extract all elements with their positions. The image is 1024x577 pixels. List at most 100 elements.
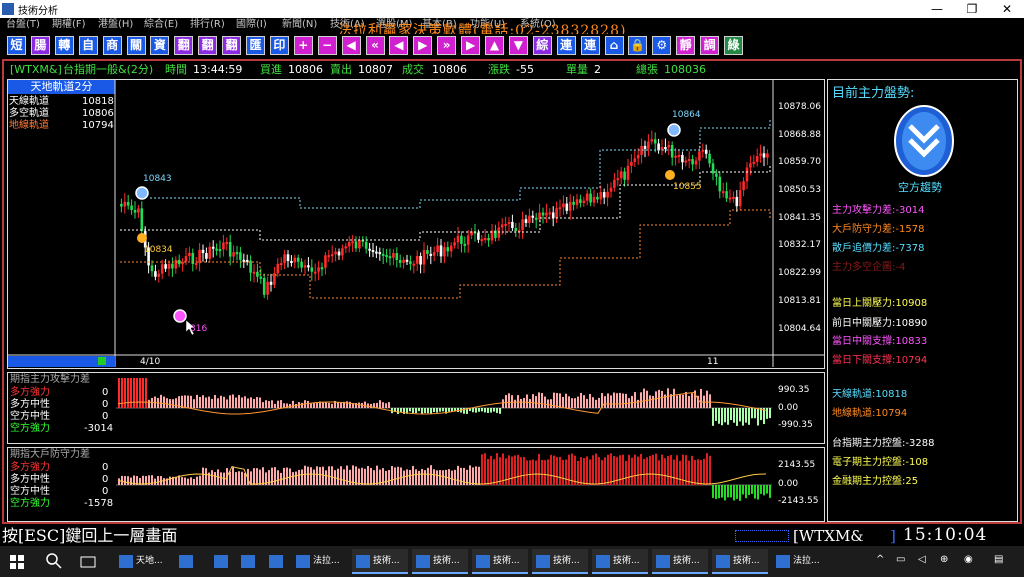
sell-marker-icon xyxy=(137,233,147,243)
taskbar-item[interactable]: 法拉... xyxy=(292,549,348,574)
candle-body xyxy=(582,200,586,204)
attack-legend-value: -3014 xyxy=(84,423,114,434)
attack-force-panel xyxy=(7,372,825,444)
annotation-label: 316 xyxy=(190,324,208,334)
candle-body xyxy=(296,257,300,262)
tray-network-icon[interactable]: ▭ xyxy=(896,554,905,565)
candle-body xyxy=(412,263,416,266)
main-ytick: 10859.70 xyxy=(778,157,821,167)
main-xtick: 4/10 xyxy=(140,357,161,367)
taskbar-item[interactable]: 法拉... xyxy=(772,549,828,574)
candle-body xyxy=(701,149,705,152)
taskbar-item[interactable] xyxy=(237,549,261,574)
candle-body xyxy=(347,242,351,247)
candle-body xyxy=(371,250,375,253)
taskbar-app-icon xyxy=(269,555,283,568)
candle-body xyxy=(650,139,654,142)
candle-body xyxy=(320,267,324,270)
candle-body xyxy=(674,155,677,158)
taskbar-app-icon xyxy=(214,555,228,568)
taskbar-item[interactable]: 技術... xyxy=(352,549,408,574)
taskbar-app-icon xyxy=(241,555,255,568)
tray-input-icon[interactable]: ⊕ xyxy=(940,554,948,565)
taskbar-app-icon xyxy=(536,555,550,568)
candle-body xyxy=(276,263,280,274)
candle-body xyxy=(344,246,348,249)
candle-body xyxy=(409,261,412,265)
candle-body xyxy=(239,252,242,260)
start-icon[interactable] xyxy=(10,554,24,569)
upper-pressure: 當日上關壓力:10908 xyxy=(832,298,928,309)
taskbar-item[interactable]: 技術... xyxy=(592,549,648,574)
tray-clock-icon[interactable]: ◉ xyxy=(964,554,973,565)
system-tray[interactable]: ^ ▭ ◁ ⊕ ◉ ▤ xyxy=(876,554,1016,570)
candle-body xyxy=(548,212,552,215)
taskbar-item[interactable]: 技術... xyxy=(412,549,468,574)
tray-up-icon[interactable]: ^ xyxy=(876,554,884,565)
taskbar-item[interactable] xyxy=(210,549,234,574)
defense-legend-value: 0 xyxy=(102,486,109,497)
attack-legend-name: 多方強力 xyxy=(10,387,50,398)
notification-icon[interactable]: ▤ xyxy=(994,554,1003,565)
candle-body xyxy=(337,251,341,256)
taskbar-item[interactable]: 技術... xyxy=(712,549,768,574)
main-ytick: 10822.99 xyxy=(778,268,821,278)
candle-body xyxy=(201,249,205,254)
candle-body xyxy=(742,181,745,191)
attack-legend-value: 0 xyxy=(102,411,109,422)
taskbar-item[interactable]: 技術... xyxy=(532,549,588,574)
taskbar-item[interactable]: 技術... xyxy=(652,549,708,574)
candle-body xyxy=(259,276,263,279)
attack-legend-name: 空方中性 xyxy=(10,411,50,422)
trend-status: 空方趨勢 xyxy=(898,181,942,194)
candle-body xyxy=(378,252,382,255)
candle-body xyxy=(752,161,756,164)
candle-body xyxy=(483,238,487,241)
main-ytick: 10850.53 xyxy=(778,185,821,195)
candle-body xyxy=(738,190,742,207)
annotation-label: 10855 xyxy=(673,182,702,192)
candle-body xyxy=(232,252,235,257)
candle-body xyxy=(500,224,504,228)
candle-body xyxy=(317,267,320,272)
candle-body xyxy=(708,153,711,164)
candle-body xyxy=(504,223,507,226)
candle-body xyxy=(684,160,688,163)
defense-legend-name: 多方強力 xyxy=(10,462,50,473)
candle-body xyxy=(225,242,229,245)
candle-body xyxy=(324,255,327,268)
candle-body xyxy=(436,245,439,253)
candle-body xyxy=(687,159,691,162)
task-view-icon[interactable] xyxy=(80,554,96,568)
candle-body xyxy=(759,153,762,157)
candle-body xyxy=(279,263,283,266)
taskbar-item-label: 技術... xyxy=(493,556,520,566)
candle-body xyxy=(266,281,269,295)
taskbar-item[interactable]: 技術... xyxy=(472,549,528,574)
main-force-intent: 主力多空企圖:-4 xyxy=(832,262,906,273)
candle-body xyxy=(579,199,582,204)
taskbar-item[interactable] xyxy=(265,549,289,574)
candle-body xyxy=(704,149,708,154)
taskbar-item-label: 技術... xyxy=(733,556,760,566)
candle-body xyxy=(184,256,188,262)
main-ytick: 10832.17 xyxy=(778,240,821,250)
search-icon[interactable] xyxy=(46,553,62,569)
tray-volume-icon[interactable]: ◁ xyxy=(918,554,926,565)
scroll-thumb[interactable] xyxy=(98,357,106,365)
candle-body xyxy=(613,179,616,188)
pointer-marker-icon xyxy=(173,309,187,323)
candle-body xyxy=(120,203,123,207)
taskbar-app-icon xyxy=(656,555,670,568)
candle-body xyxy=(208,246,212,259)
candle-body xyxy=(718,176,722,192)
candle-body xyxy=(599,192,603,200)
taskbar-item-label: 技術... xyxy=(613,556,640,566)
candle-body xyxy=(419,256,422,265)
candle-body xyxy=(235,252,239,255)
taskbar-item[interactable]: 天地... xyxy=(115,549,171,574)
candle-body xyxy=(616,178,620,181)
candle-body xyxy=(766,153,769,158)
taskbar-item[interactable] xyxy=(175,549,199,574)
taskbar-item-label: 天地... xyxy=(136,556,163,566)
